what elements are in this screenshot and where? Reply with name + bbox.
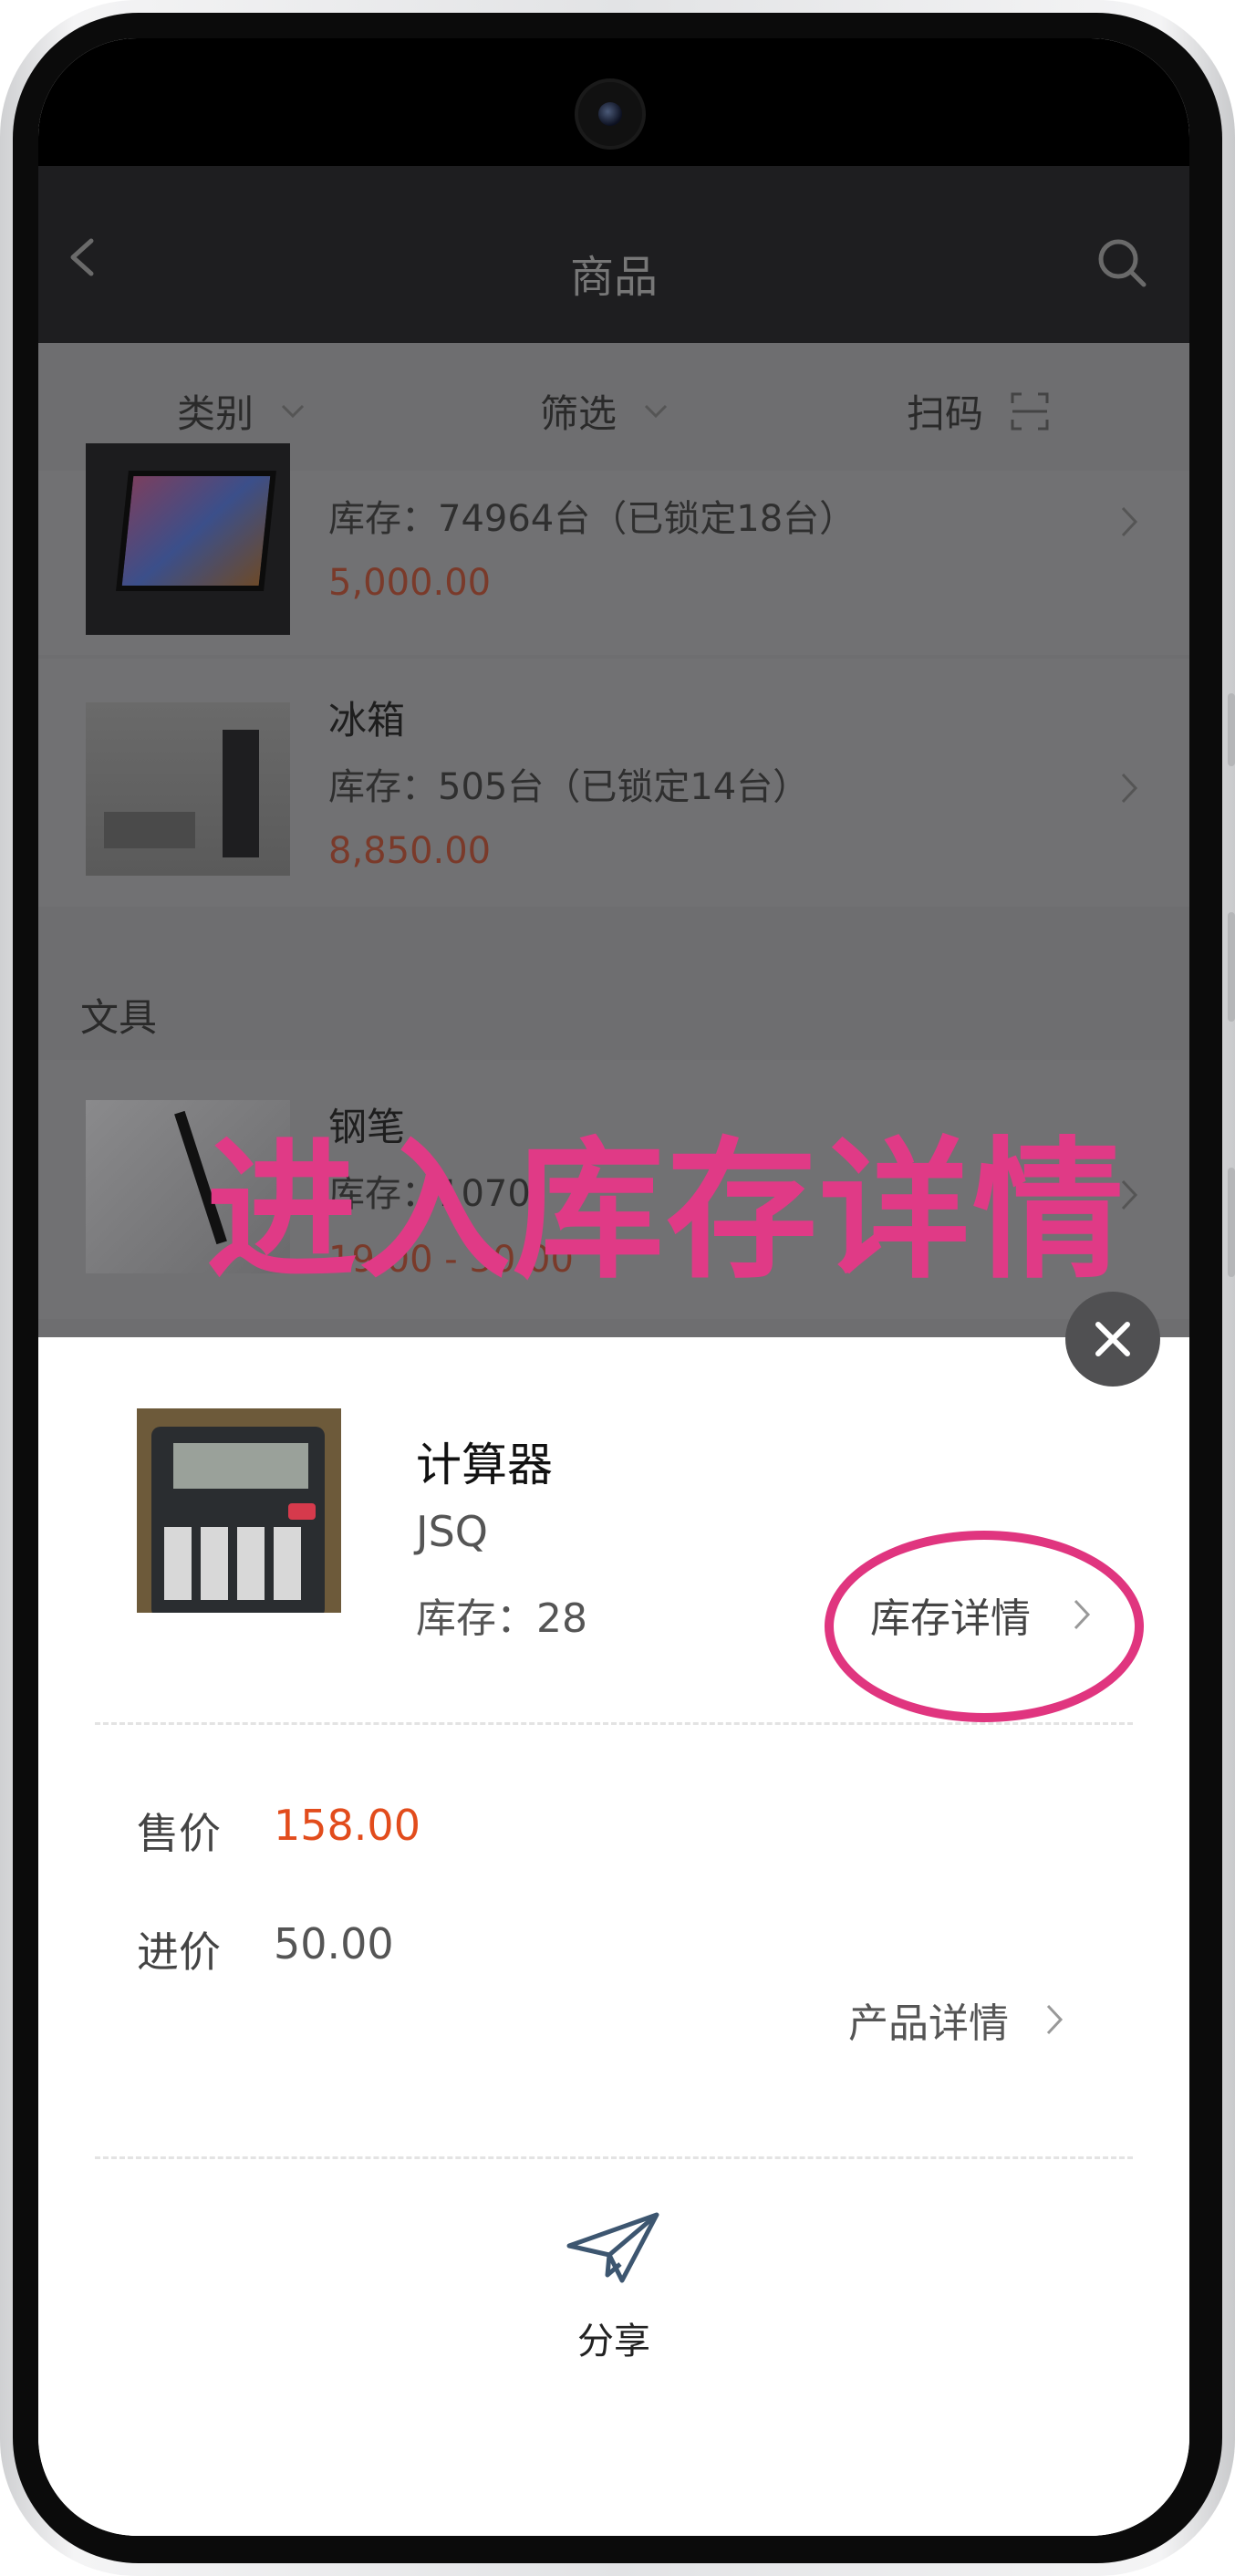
screen: 商品 类别 筛选 扫码 库存：74964台（已锁定18台） 5,000.00 冰… <box>38 38 1189 2536</box>
product-price: 8,850.00 <box>328 830 492 872</box>
product-bottom-sheet: 计算器 JSQ 库存：28 库存详情 售价 158.00 进价 50.00 产品… <box>38 1337 1189 2536</box>
product-price: 5,000.00 <box>328 562 492 604</box>
product-name: 冰箱 <box>328 698 406 743</box>
category-filter[interactable]: 类别 <box>177 383 305 439</box>
list-item[interactable]: 冰箱 库存：505台（已锁定14台） 8,850.00 <box>38 659 1189 907</box>
calculator-key <box>288 1503 316 1520</box>
front-camera <box>578 82 642 146</box>
page-title: 商品 <box>569 252 658 303</box>
category-filter-label: 类别 <box>177 391 254 436</box>
annotation-caption: 进入库存详情 <box>206 1124 1126 1300</box>
cost-price-value: 50.00 <box>274 1919 394 1968</box>
sale-price-label: 售价 <box>137 1809 221 1858</box>
top-navbar: 商品 <box>38 166 1189 343</box>
product-detail-label: 产品详情 <box>848 2000 1009 2047</box>
product-stock: 库存：505台（已锁定14台） <box>328 766 810 808</box>
volume-button <box>1228 693 1235 766</box>
chevron-down-icon <box>644 404 668 418</box>
divider <box>95 1722 1133 1725</box>
chevron-right-icon <box>1121 773 1138 804</box>
scan-icon <box>1011 392 1049 430</box>
product-image <box>137 1408 341 1613</box>
list-item[interactable]: 库存：74964台（已锁定18台） 5,000.00 <box>38 443 1189 655</box>
power-button <box>1228 1168 1235 1277</box>
furniture-shape <box>104 812 195 848</box>
filter-dropdown[interactable]: 筛选 <box>540 383 668 439</box>
sale-price-value: 158.00 <box>274 1801 420 1850</box>
paper-plane-icon <box>566 2212 659 2283</box>
chevron-right-icon <box>1121 506 1138 537</box>
share-button[interactable]: 分享 <box>566 2209 662 2364</box>
close-button[interactable] <box>1065 1292 1160 1387</box>
tablet-shape <box>116 471 276 591</box>
calculator-keys <box>164 1527 310 1600</box>
scan-label: 扫码 <box>907 391 984 436</box>
status-bar <box>38 38 1189 166</box>
product-image <box>86 443 290 635</box>
chevron-right-icon <box>1046 2004 1064 2035</box>
product-detail-link[interactable]: 产品详情 <box>848 1990 1064 2049</box>
product-image <box>86 702 290 876</box>
product-stock: 库存：74964台（已锁定18台） <box>328 498 856 540</box>
volume-button <box>1228 912 1235 1022</box>
section-title: 文具 <box>80 995 158 1040</box>
filter-dropdown-label: 筛选 <box>540 391 618 436</box>
cost-price-label: 进价 <box>137 1927 221 1977</box>
chevron-down-icon <box>281 404 305 418</box>
product-name: 计算器 <box>416 1439 553 1491</box>
search-icon[interactable] <box>1096 237 1147 288</box>
divider <box>95 2156 1133 2159</box>
stock-detail-label: 库存详情 <box>870 1595 1031 1642</box>
calculator-display <box>173 1443 308 1489</box>
close-icon <box>1095 1322 1130 1356</box>
fridge-shape <box>223 730 259 857</box>
share-label: 分享 <box>577 2321 650 2363</box>
chevron-right-icon <box>1074 1599 1091 1630</box>
product-stock: 库存：28 <box>416 1595 587 1642</box>
product-code: JSQ <box>416 1507 488 1556</box>
scan-button[interactable]: 扫码 <box>907 383 1049 439</box>
stock-detail-link[interactable]: 库存详情 <box>870 1585 1091 1644</box>
